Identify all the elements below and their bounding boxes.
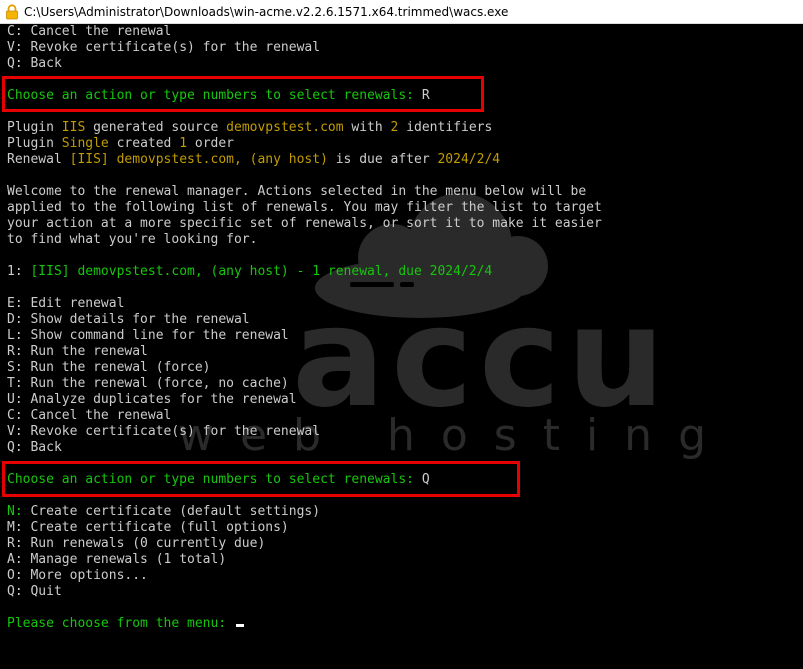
menu-line-run-nocache: T: Run the renewal (force, no cache) [7, 376, 289, 391]
menu-line-command: L: Show command line for the renewal [7, 328, 289, 343]
main-menu-more: O: More options... [7, 568, 148, 583]
menu-line-run-force: S: Run the renewal (force) [7, 360, 211, 375]
welcome-line-2: applied to the following list of renewal… [7, 200, 602, 215]
menu-line-details: D: Show details for the renewal [7, 312, 250, 327]
prompt-line-2: Choose an action or type numbers to sele… [7, 472, 430, 487]
main-menu-run-renewals: R: Run renewals (0 currently due) [7, 536, 266, 551]
main-menu-create-default: N: Create certificate (default settings) [7, 504, 321, 519]
menu-line-run: R: Run the renewal [7, 344, 148, 359]
window-titlebar: C:\Users\Administrator\Downloads\win-acm… [0, 0, 803, 24]
plugin-line-1: Plugin IIS generated source demovpstest.… [7, 120, 493, 135]
main-menu-manage: A: Manage renewals (1 total) [7, 552, 227, 567]
menu-line-back: Q: Back [7, 440, 62, 455]
lock-icon [0, 0, 24, 24]
menu-line-cancel-prev: C: Cancel the renewal [7, 24, 172, 39]
menu-line-cancel: C: Cancel the renewal [7, 408, 172, 423]
prompt-input-1: R [421, 88, 430, 103]
text-cursor [235, 624, 244, 627]
console-output[interactable]: C: Cancel the renewal V: Revoke certific… [0, 24, 803, 669]
renewal-list-item: 1: [IIS] demovpstest.com, (any host) - 1… [7, 264, 493, 279]
window-title: C:\Users\Administrator\Downloads\win-acm… [24, 4, 509, 19]
main-menu-create-full: M: Create certificate (full options) [7, 520, 289, 535]
menu-line-edit: E: Edit renewal [7, 296, 125, 311]
menu-line-revoke: V: Revoke certificate(s) for the renewal [7, 424, 321, 439]
menu-line-back-prev: Q: Back [7, 56, 62, 71]
menu-line-analyze: U: Analyze duplicates for the renewal [7, 392, 297, 407]
renewal-line: Renewal [IIS] demovpstest.com, (any host… [7, 152, 501, 167]
plugin-line-2: Plugin Single created 1 order [7, 136, 235, 151]
main-menu-quit: Q: Quit [7, 584, 62, 599]
prompt-input-2: Q [421, 472, 430, 487]
prompt-line-3[interactable]: Please choose from the menu: [7, 616, 244, 632]
prompt-line-1: Choose an action or type numbers to sele… [7, 88, 430, 103]
welcome-line-4: to find what you're looking for. [7, 232, 258, 247]
menu-line-revoke-prev: V: Revoke certificate(s) for the renewal [7, 40, 321, 55]
welcome-line-3: your action at a more specific set of re… [7, 216, 602, 231]
welcome-line-1: Welcome to the renewal manager. Actions … [7, 184, 587, 199]
